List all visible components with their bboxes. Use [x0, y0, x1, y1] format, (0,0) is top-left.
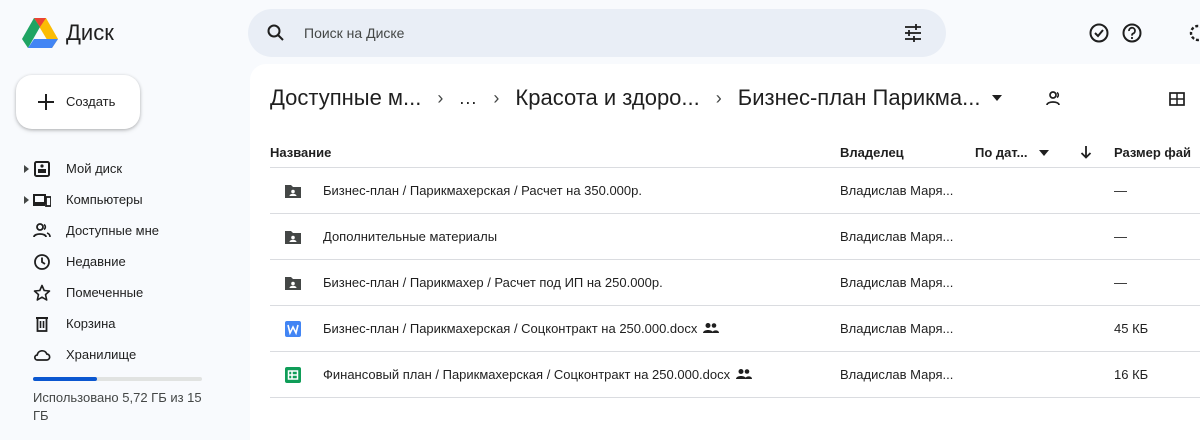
clock-icon [34, 254, 50, 270]
table-row[interactable]: Бизнес-план / Парикмахерская / Расчет на… [270, 168, 1200, 214]
breadcrumb-item[interactable]: Доступные м... [270, 85, 421, 111]
file-owner: Владислав Маря... [840, 367, 954, 382]
breadcrumb: Доступные м... › ... › Красота и здоро..… [270, 82, 1003, 114]
column-date-header[interactable]: По дат... [975, 145, 1050, 160]
breadcrumb-item[interactable]: Красота и здоро... [515, 85, 699, 111]
shared-folder-icon [285, 231, 301, 244]
search-options-icon[interactable] [902, 22, 924, 44]
column-owner-header[interactable]: Владелец [840, 145, 904, 160]
storage-usage-bar [33, 377, 202, 381]
plus-icon [38, 94, 54, 110]
file-name: Финансовый план / Парикмахерская / Соцко… [323, 367, 731, 382]
file-owner: Владислав Маря... [840, 183, 954, 198]
expand-arrow-icon[interactable] [24, 164, 30, 174]
sidebar-item-label: Корзина [66, 316, 116, 331]
sidebar-item-shared-with-me[interactable]: Доступные мне [0, 216, 240, 247]
table-row[interactable]: Финансовый план / Парикмахерская / Соцко… [270, 352, 1200, 398]
file-owner: Владислав Маря... [840, 229, 954, 244]
manage-access-icon[interactable] [1045, 89, 1065, 109]
file-name: Дополнительные материалы [323, 229, 498, 244]
breadcrumb-separator-icon: › [715, 87, 722, 108]
search-bar[interactable] [248, 9, 946, 57]
sidebar-item-computers[interactable]: Компьютеры [0, 185, 240, 216]
drive-logo-icon[interactable] [22, 18, 58, 48]
table-row[interactable]: Бизнес-план / Парикмахерская / Соцконтра… [270, 306, 1200, 352]
breadcrumb-more-button[interactable]: ... [459, 88, 477, 109]
file-owner: Владислав Маря... [840, 275, 954, 290]
breadcrumb-separator-icon: › [437, 87, 444, 108]
search-icon[interactable] [266, 23, 286, 43]
trash-icon [36, 317, 48, 332]
sidebar-item-storage[interactable]: Хранилище [0, 340, 240, 371]
file-size: — [1114, 275, 1127, 290]
settings-icon[interactable] [1187, 22, 1200, 44]
shared-with-me-icon [33, 223, 51, 238]
sheets-document-icon [285, 367, 301, 383]
help-icon[interactable] [1121, 22, 1143, 44]
file-size: — [1114, 229, 1127, 244]
create-label: Создать [66, 94, 116, 109]
sidebar-nav: Мой диск Компьютеры Доступные мне Недавн… [0, 154, 240, 371]
sidebar-item-label: Мой диск [66, 161, 123, 176]
sidebar-item-starred[interactable]: Помеченные [0, 278, 240, 309]
file-name-cell: Финансовый план / Парикмахерская / Соцко… [323, 367, 753, 382]
file-name: Бизнес-план / Парикмахер / Расчет под ИП… [323, 275, 663, 290]
breadcrumb-separator-icon: › [493, 87, 500, 108]
my-drive-icon [34, 161, 50, 177]
offline-ready-icon[interactable] [1088, 22, 1110, 44]
sort-direction-arrow-icon[interactable] [1080, 145, 1092, 159]
sidebar-item-label: Компьютеры [66, 192, 143, 207]
main-content: Доступные м... › ... › Красота и здоро..… [250, 64, 1200, 440]
file-name-cell: Бизнес-план / Парикмахерская / Соцконтра… [323, 321, 720, 336]
sidebar-item-label: Хранилище [66, 347, 137, 362]
shared-folder-icon [285, 185, 301, 198]
sidebar-item-label: Доступные мне [66, 223, 160, 238]
current-folder-title[interactable]: Бизнес-план Парикма... [738, 85, 981, 111]
sidebar-item-label: Помеченные [66, 285, 144, 300]
create-button[interactable]: Создать [16, 75, 140, 129]
shared-people-icon [736, 369, 753, 379]
storage-usage-text: Использовано 5,72 ГБ из 15 ГБ [33, 390, 202, 423]
file-size: 45 КБ [1114, 321, 1149, 336]
top-bar: Диск [0, 0, 1200, 64]
table-row[interactable]: Бизнес-план / Парикмахер / Расчет под ИП… [270, 260, 1200, 306]
sidebar-item-recent[interactable]: Недавние [0, 247, 240, 278]
table-row[interactable]: Дополнительные материалы Владислав Маря.… [270, 214, 1200, 260]
cloud-icon [34, 349, 51, 361]
table-header: Название Владелец По дат... Размер фай [270, 136, 1200, 168]
column-size-header[interactable]: Размер фай [1114, 145, 1191, 160]
column-date-label: По дат... [975, 145, 1028, 160]
column-name-header[interactable]: Название [270, 145, 331, 160]
shared-folder-icon [285, 277, 301, 290]
file-name: Бизнес-план / Парикмахерская / Расчет на… [323, 183, 642, 198]
file-name: Бизнес-план / Парикмахерская / Соцконтра… [323, 321, 698, 336]
file-owner: Владислав Маря... [840, 321, 954, 336]
storage-usage-fill [33, 377, 98, 381]
shared-people-icon [703, 323, 720, 333]
file-size: — [1114, 183, 1127, 198]
computer-icon [33, 194, 51, 207]
search-input[interactable] [304, 21, 864, 45]
file-list: Бизнес-план / Парикмахерская / Расчет на… [270, 168, 1200, 398]
sidebar-item-my-drive[interactable]: Мой диск [0, 154, 240, 185]
file-size: 16 КБ [1114, 367, 1149, 382]
word-document-icon [285, 321, 301, 337]
expand-arrow-icon[interactable] [24, 195, 30, 205]
grid-view-icon[interactable] [1167, 89, 1187, 109]
sidebar-item-label: Недавние [66, 254, 126, 269]
sidebar-item-trash[interactable]: Корзина [0, 309, 240, 340]
app-name[interactable]: Диск [66, 20, 114, 46]
folder-menu-caret-icon[interactable] [992, 95, 1003, 101]
star-icon [33, 284, 51, 301]
sort-dropdown-icon [1039, 150, 1050, 156]
